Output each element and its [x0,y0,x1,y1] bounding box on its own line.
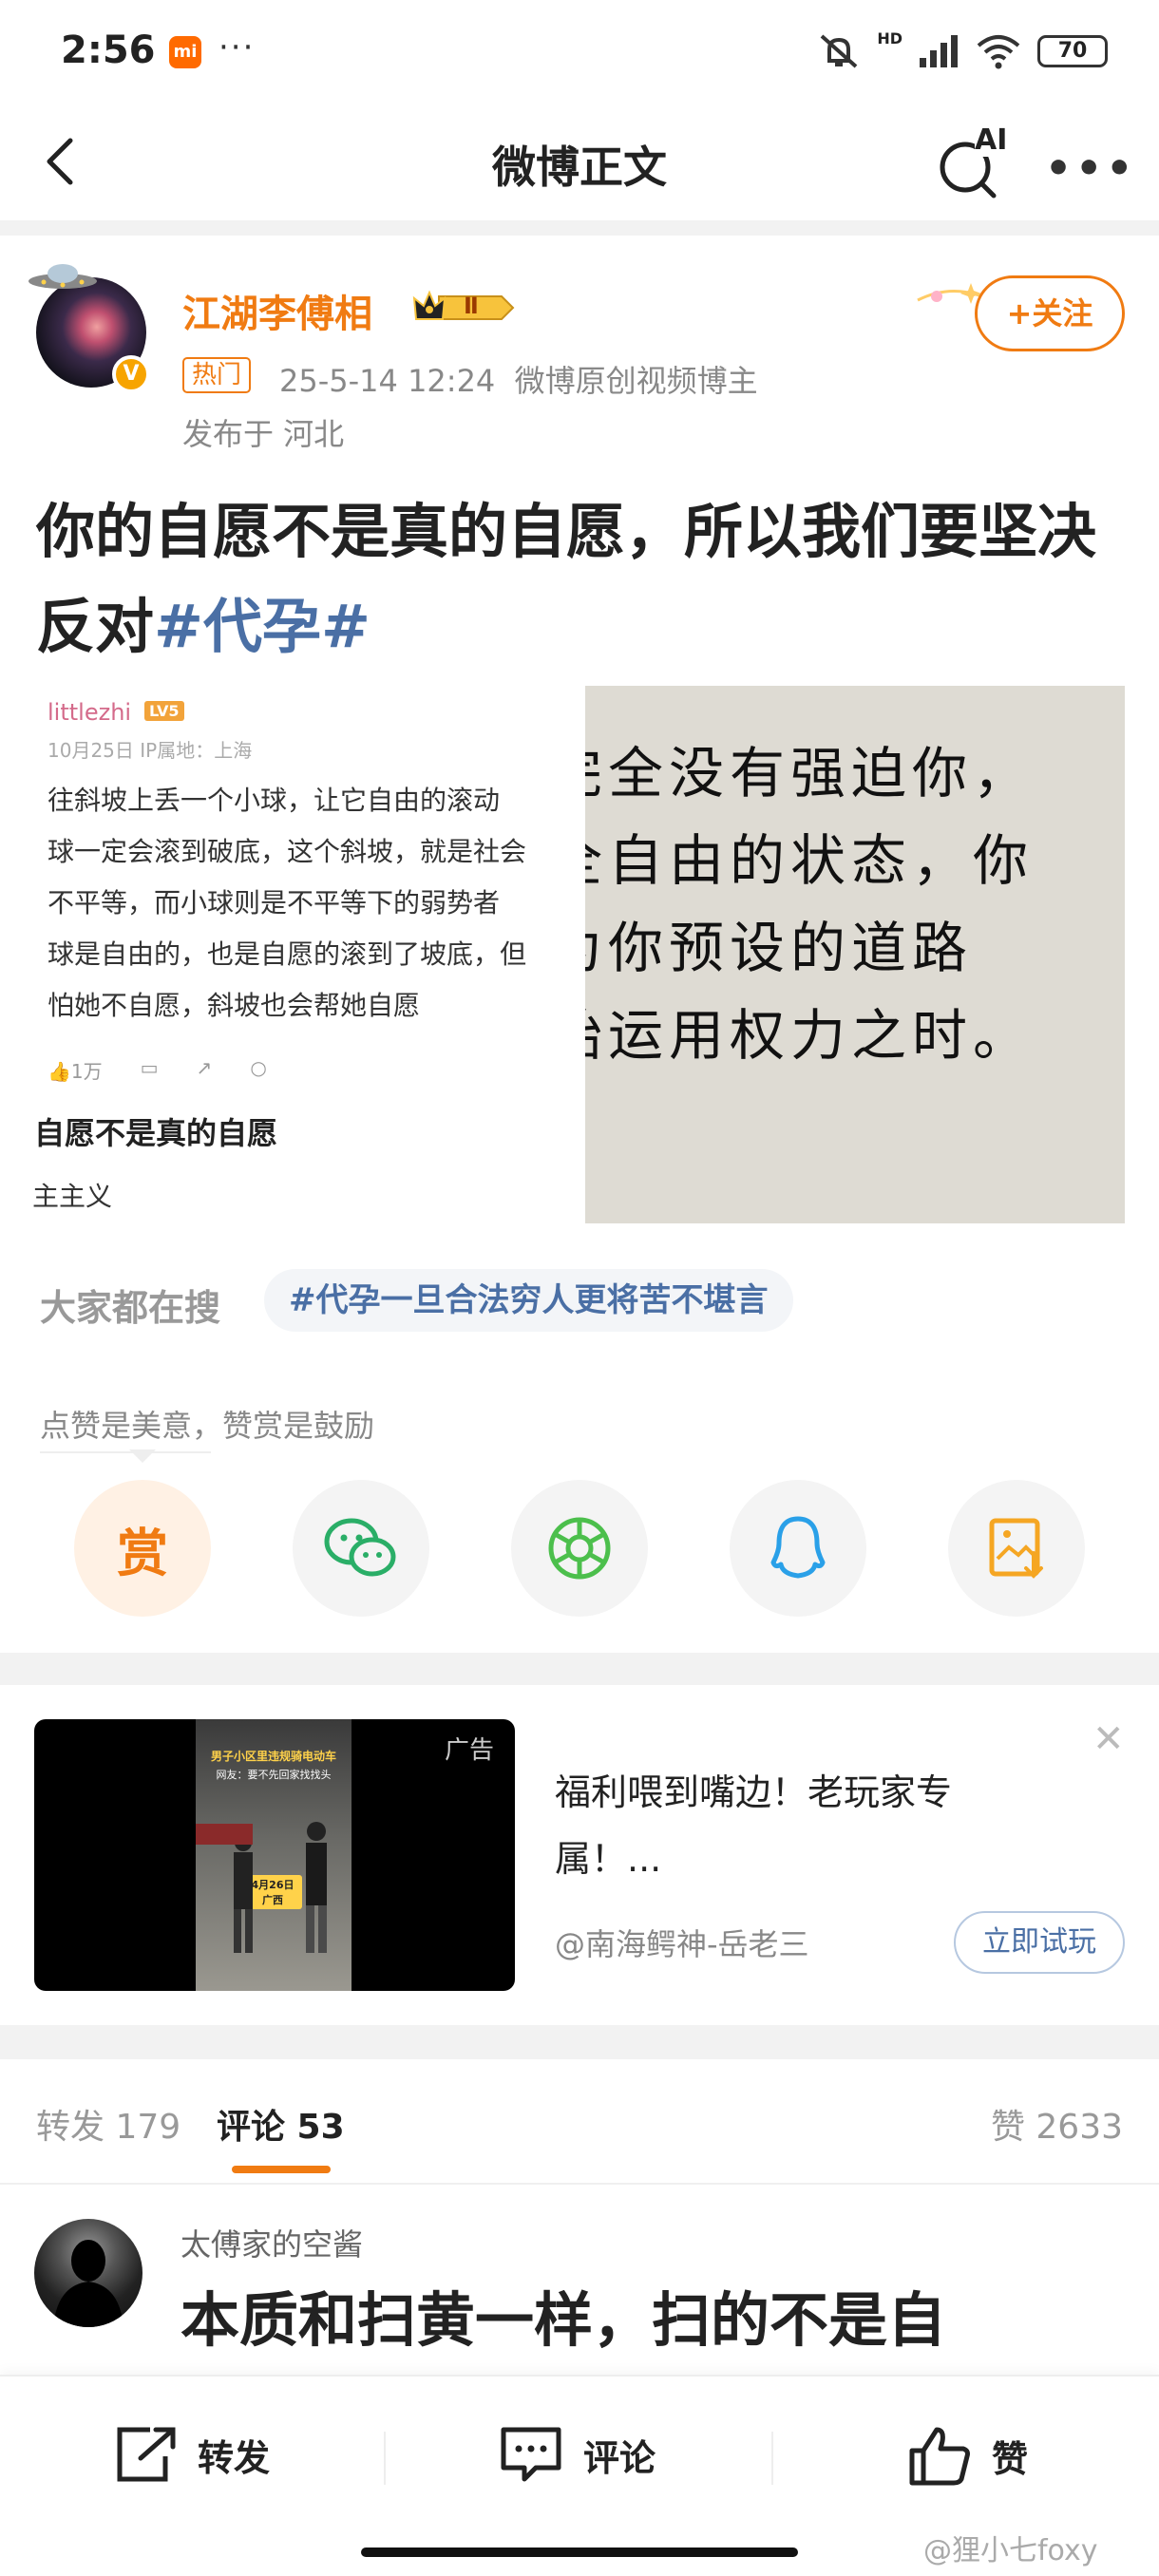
image-share-icon: ↗ [196,1056,213,1079]
reward-button[interactable]: 赏 [74,1480,211,1617]
tip-divider [40,1451,211,1453]
share-wechat-button[interactable] [293,1480,429,1617]
battery-indicator: 70 [1037,35,1108,67]
tip-arrow-icon [129,1449,156,1463]
image-comment-icon: ▭ [140,1056,159,1079]
ad-video-people [196,1822,327,1953]
tab-repost[interactable]: 转发 179 [36,2099,180,2149]
ad-video-frame: 男子小区里违规骑电动车 网友：要不先回家找找头 4月26日 广西 [196,1719,352,1991]
qq-icon [770,1516,826,1579]
divider [0,2183,1159,2185]
repost-button[interactable]: 转发 [112,2424,270,2485]
follow-button[interactable]: +关注 [975,275,1125,351]
more-notifications-icon: ··· [218,28,256,66]
share-qq-button[interactable] [730,1480,866,1617]
comment-text: 本质和扫黄一样，扫的不是自 [180,2285,947,2355]
tab-comment[interactable]: 评论 53 [217,2099,345,2149]
active-tab-indicator [232,2166,331,2173]
save-image-button[interactable] [948,1480,1085,1617]
ad-title[interactable]: 福利喂到嘴边！老玩家专属！... [555,1759,1049,1892]
ad-label: 广告 [444,1736,494,1765]
image-username: littlezhi [48,699,132,726]
image-body-text: 往斜坡上丢一个小球，让它自由的滚动 球一定会滚到破底，这个斜坡，就是社会 不平等… [48,785,527,1021]
comment-button[interactable]: 评论 [498,2424,656,2485]
image-level-badge: LV5 [144,701,184,721]
commenter-silhouette [53,2240,124,2327]
like-button[interactable]: 赞 [906,2424,1028,2487]
ad-try-button[interactable]: 立即试玩 [954,1911,1125,1974]
comment-label: 评论 [583,2436,656,2479]
mute-icon [820,34,858,68]
image-tag: 主主义 [32,1181,113,1212]
like-icon [909,2427,970,2486]
tab-like[interactable]: 赞 2633 [991,2099,1123,2149]
repost-icon [117,2427,176,2482]
vip-crown-icon: Ⅱ [410,287,515,332]
post-hashtag[interactable]: #代孕# [154,592,370,661]
divider [0,2025,1159,2059]
post-text: 你的自愿不是真的自愿，所以我们要坚决反对#代孕# [36,484,1129,674]
image-date: 10月25日 IP属地：上海 [48,739,253,762]
post-image-2[interactable]: 完全没有强迫你， 全自由的状态，你 为你预设的道路 始运用权力之时。 [585,686,1125,1223]
share-moments-button[interactable] [511,1480,648,1617]
hd-label: HD [877,28,902,47]
post-image-1[interactable]: littlezhi LV5 10月25日 IP属地：上海 往斜坡上丢一个小球，让… [0,686,583,1223]
save-image-icon [989,1518,1043,1579]
vip-level: Ⅱ [464,293,479,319]
repost-label: 转发 [198,2436,271,2479]
post-location: 发布于 河北 [182,416,345,452]
mi-notification-icon: mi [169,36,201,68]
ai-label: AI [975,123,1008,157]
ufo-decoration-icon [28,264,97,289]
divider [384,2432,386,2485]
image-actions: 👍1万 ▭ ↗ ○ [48,1056,267,1084]
comment-icon [501,2427,561,2482]
status-icons: HD 70 [816,28,1108,70]
reward-label: 赏 [117,1523,168,1583]
image-like-count: 1万 [70,1060,103,1083]
reward-tip: 点赞是美意，赞赏是鼓励 [40,1408,375,1444]
like-label: 赞 [992,2437,1029,2480]
ad-video-thumbnail[interactable]: 男子小区里违规骑电动车 网友：要不先回家找找头 4月26日 广西 广告 [34,1719,515,1991]
moments-icon [548,1517,611,1580]
hot-tag: 热门 [182,357,252,393]
commenter-avatar[interactable] [34,2219,142,2327]
book-text: 完全没有强迫你， 全自由的状态，你 为你预设的道路 始运用权力之时。 [585,741,1035,1068]
wifi-icon [977,35,1020,69]
divider [771,2432,773,2485]
watermark: @狸小七foxy [923,2534,1098,2567]
image-caption: 自愿不是真的自愿 [34,1115,278,1151]
trending-search-label: 大家都在搜 [40,1287,221,1329]
ad-source[interactable]: @南海鳄神-岳老三 [555,1921,809,1964]
wechat-icon [324,1518,396,1577]
ad-close-icon[interactable]: ✕ [1092,1717,1125,1761]
image-like-icon: 👍1万 [48,1060,103,1083]
status-time: 2:56 [61,28,156,72]
commenter-name[interactable]: 太傅家的空酱 [180,2221,363,2264]
verified-badge-icon: V [112,355,150,393]
home-indicator[interactable] [361,2548,798,2557]
divider [0,1653,1159,1685]
trending-search-chip[interactable]: #代孕一旦合法穷人更将苦不堪言 [264,1269,793,1332]
signal-icon [920,35,958,67]
author-name[interactable]: 江湖李傅相 [182,283,372,338]
more-options-icon[interactable]: ••• [1045,144,1136,193]
post-meta: 25-5-14 12:24 微博原创视频博主 [279,363,758,399]
ai-search-button[interactable]: AI [933,123,1009,203]
divider [0,220,1159,236]
image-more-icon: ○ [250,1056,267,1079]
